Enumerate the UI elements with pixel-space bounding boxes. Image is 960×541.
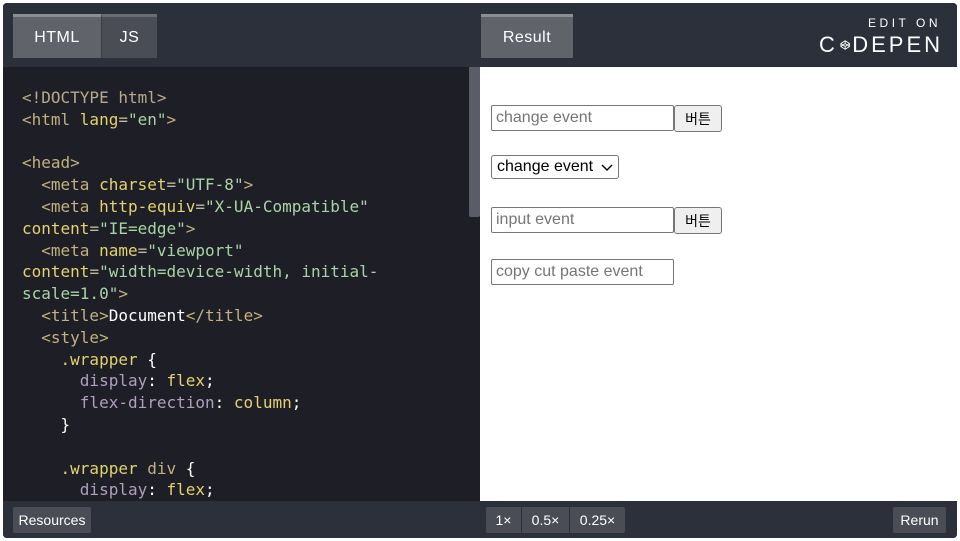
resources-button[interactable]: Resources <box>13 507 91 533</box>
code-line: <head> <box>22 153 80 173</box>
code-line: flex-direction: column; <box>22 393 302 413</box>
zoom-1x-button[interactable]: 1× <box>486 507 521 533</box>
chevron-down-icon <box>601 164 613 171</box>
top-bar: HTML JS Result EDIT ON C DEPEN <box>3 3 957 67</box>
code-line: <!DOCTYPE html> <box>22 88 167 107</box>
codepen-wordmark: C DEPEN <box>819 33 943 57</box>
editor-scrollbar-thumb[interactable] <box>469 67 480 217</box>
edit-on-label: EDIT ON <box>868 16 941 30</box>
code-line: display: flex; <box>22 480 215 500</box>
brand-left: C <box>819 32 838 57</box>
codepen-embed: HTML JS Result EDIT ON C DEPEN <!DOCTYPE… <box>3 3 957 538</box>
code-line: .wrapper { <box>22 349 157 369</box>
tab-html[interactable]: HTML <box>13 14 101 58</box>
zoom-0.25x-button[interactable]: 0.25× <box>570 507 625 533</box>
change-event-button[interactable]: 버튼 <box>674 105 722 132</box>
code-line: scale=1.0"> <box>22 284 128 304</box>
code-line: } <box>22 414 71 434</box>
code-line: content="IE=edge"> <box>22 218 196 238</box>
code-line: .wrapper div { <box>22 458 196 478</box>
tab-js[interactable]: JS <box>101 14 157 58</box>
zoom-0.5x-button[interactable]: 0.5× <box>522 507 569 533</box>
change-event-input[interactable]: change event <box>491 105 674 131</box>
change-event-select[interactable]: change event <box>491 155 619 179</box>
edit-on-codepen-link[interactable]: EDIT ON C DEPEN <box>819 16 943 57</box>
input-event-button[interactable]: 버튼 <box>674 207 722 234</box>
result-preview: change event 버튼 change event input event… <box>480 67 957 501</box>
code-line: content="width=device-width, initial- <box>22 262 379 282</box>
code-line: <html lang="en"> <box>22 109 177 129</box>
select-value: change event <box>497 158 594 175</box>
code-line: display: flex; <box>22 371 215 391</box>
code-line: <style> <box>22 327 109 347</box>
bottom-bar: Resources 1× 0.5× 0.25× Rerun <box>3 501 957 538</box>
code-line: <title>Document</title> <box>22 305 263 325</box>
brand-right: DEPEN <box>852 32 943 57</box>
html-code-editor[interactable]: <!DOCTYPE html> <html lang="en"> <head> <m… <box>3 67 480 501</box>
code-line: <meta charset="UTF-8"> <box>22 175 254 195</box>
codepen-cube-icon <box>840 40 850 50</box>
code-line: <meta http-equiv="X-UA-Compatible" <box>22 196 369 216</box>
copy-cut-paste-input[interactable]: copy cut paste event <box>491 259 674 285</box>
tab-result[interactable]: Result <box>481 14 573 58</box>
code-line: <meta name="viewport" <box>22 240 244 260</box>
rerun-button[interactable]: Rerun <box>893 507 946 533</box>
input-event-input[interactable]: input event <box>491 207 674 233</box>
code-content: <!DOCTYPE html> <html lang="en"> <head> <m… <box>22 87 462 501</box>
